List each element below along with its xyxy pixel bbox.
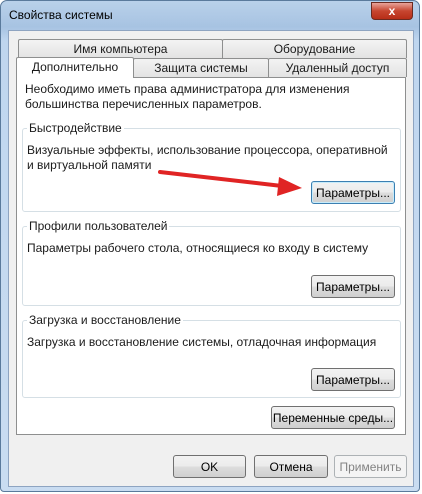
annotation-arrow-icon <box>158 170 302 196</box>
arrow-shaft <box>158 170 284 188</box>
arrow-head <box>277 177 302 196</box>
